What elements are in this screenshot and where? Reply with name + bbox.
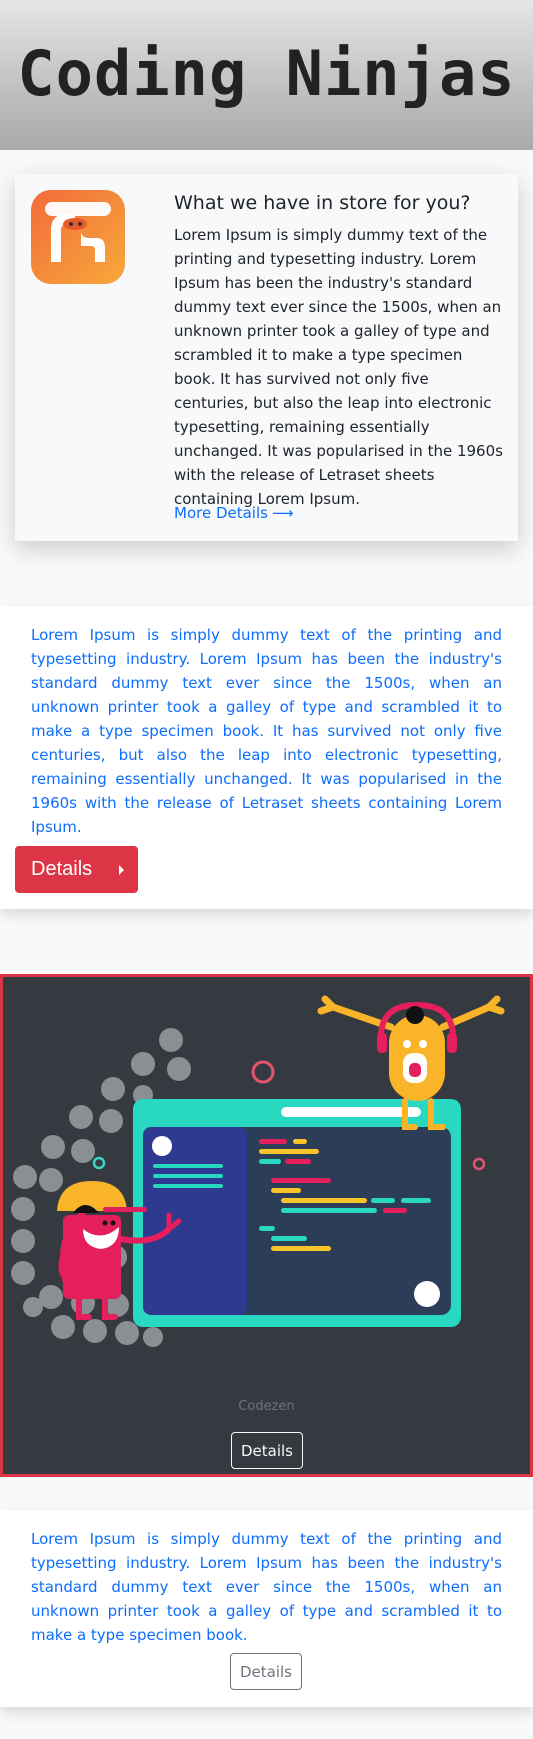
illustration-card: Codezen Details bbox=[0, 974, 533, 1477]
feature-heading: What we have in store for you? bbox=[174, 192, 471, 214]
arrow-right-icon: ⟶ bbox=[271, 504, 294, 522]
details-button-light[interactable]: Details bbox=[231, 1432, 303, 1469]
info-text: Lorem Ipsum is simply dummy text of the … bbox=[31, 626, 502, 836]
caret-right-icon bbox=[119, 865, 124, 875]
coding-ninjas-logo bbox=[31, 190, 125, 284]
more-details-label: More Details bbox=[174, 504, 268, 522]
codezen-illustration bbox=[11, 995, 505, 1347]
details-button-label: Details bbox=[31, 858, 93, 880]
site-title: Coding Ninjas bbox=[17, 36, 516, 110]
illustration-caption: Codezen bbox=[238, 1399, 295, 1414]
more-details-link[interactable]: More Details ⟶ bbox=[174, 504, 293, 522]
summary-section: Lorem Ipsum is simply dummy text of the … bbox=[0, 1510, 533, 1707]
details-button-primary[interactable]: Details bbox=[15, 846, 138, 893]
details-button-secondary[interactable]: Details bbox=[230, 1653, 302, 1690]
feature-description: Lorem Ipsum is simply dummy text of the … bbox=[174, 226, 503, 508]
feature-card: What we have in store for you? Lorem Ips… bbox=[15, 174, 518, 541]
page-header: Coding Ninjas bbox=[0, 0, 533, 150]
info-section: Lorem Ipsum is simply dummy text of the … bbox=[0, 606, 533, 909]
summary-text: Lorem Ipsum is simply dummy text of the … bbox=[31, 1530, 502, 1644]
